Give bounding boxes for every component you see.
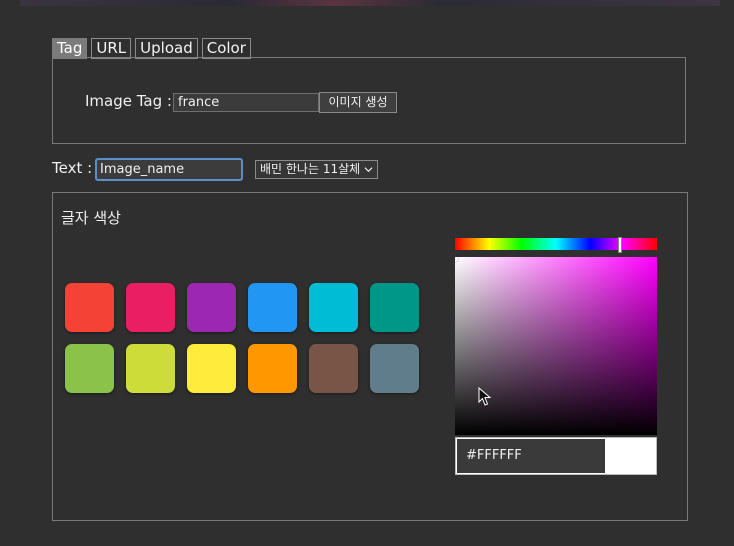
color-swatch-3[interactable] [187, 283, 236, 332]
color-swatch-1[interactable] [65, 283, 114, 332]
color-swatch-2[interactable] [126, 283, 175, 332]
text-color-title: 글자 색상 [61, 209, 121, 227]
tag-panel: Image Tag : france 이미지 생성 [52, 57, 686, 144]
image-tag-input[interactable]: france [173, 93, 319, 112]
hue-slider-handle[interactable] [618, 237, 622, 253]
header-image-strip [20, 0, 720, 6]
generate-image-button[interactable]: 이미지 생성 [319, 92, 397, 113]
color-swatch-10[interactable] [248, 344, 297, 393]
tab-url[interactable]: URL [91, 38, 132, 59]
text-input[interactable]: Image_name [95, 158, 243, 181]
color-swatch-8[interactable] [126, 344, 175, 393]
color-preview [605, 439, 655, 473]
tab-tag[interactable]: Tag [52, 38, 88, 59]
tab-upload[interactable]: Upload [135, 38, 198, 59]
image-tag-label: Image Tag : [85, 92, 172, 110]
color-swatch-11[interactable] [309, 344, 358, 393]
mouse-pointer-icon [478, 387, 492, 406]
source-tabs: Tag URL Upload Color [52, 38, 251, 59]
color-swatch-9[interactable] [187, 344, 236, 393]
color-swatch-6[interactable] [370, 283, 419, 332]
chevron-down-icon [364, 167, 373, 173]
hex-input[interactable]: #FFFFFF [457, 439, 605, 473]
text-label: Text : [52, 159, 93, 177]
font-select[interactable]: 배민 한나는 11살체 [255, 160, 379, 179]
color-swatch-grid [65, 283, 419, 393]
color-swatch-7[interactable] [65, 344, 114, 393]
hue-slider[interactable] [455, 237, 657, 253]
color-swatch-12[interactable] [370, 344, 419, 393]
text-color-panel: 글자 색상 #FFFFFF [52, 192, 688, 521]
font-select-value: 배민 한나는 11살체 [260, 162, 361, 176]
saturation-area[interactable] [455, 257, 657, 435]
color-swatch-5[interactable] [309, 283, 358, 332]
color-swatch-4[interactable] [248, 283, 297, 332]
hex-row: #FFFFFF [455, 437, 657, 475]
tab-color[interactable]: Color [201, 38, 251, 59]
